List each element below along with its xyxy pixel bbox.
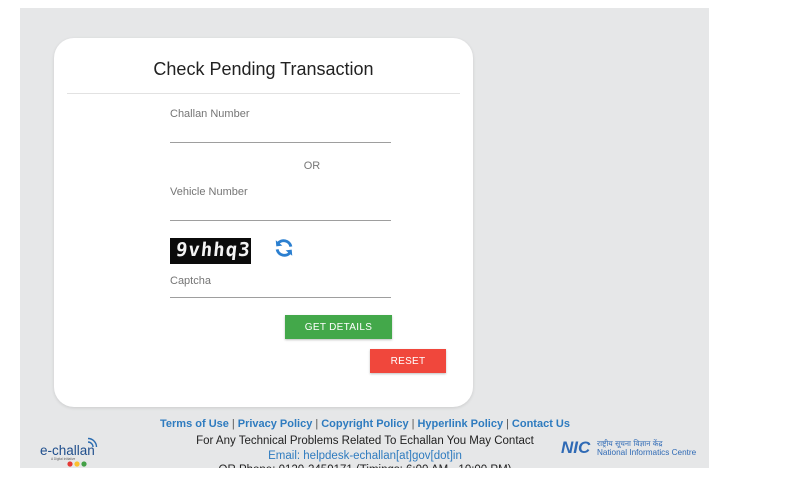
captcha-image-text: 9vhhq3 [174,239,251,261]
title-divider [67,93,460,94]
or-separator: OR [303,160,321,172]
echallan-logo: e-challan A Digital Initiative [40,437,98,467]
link-separator: | [506,418,509,430]
captcha-input[interactable] [170,277,391,298]
link-separator: | [315,418,319,430]
vehicle-number-label: Vehicle Number [170,186,248,198]
challan-number-label: Challan Number [170,108,250,120]
link-separator: | [231,418,235,430]
page-title: Check Pending Transaction [153,59,374,79]
terms-of-use-link[interactable]: Terms of Use [160,418,229,430]
vehicle-number-input[interactable] [170,200,391,221]
get-details-button[interactable]: GET DETAILS [285,315,392,339]
nic-abbreviation: NIC [561,438,591,457]
hyperlink-policy-link[interactable]: Hyperlink Policy [417,418,503,430]
echallan-logo-text: e-challan [40,443,95,458]
captcha-image: 9vhhq3 [170,238,251,264]
refresh-icon[interactable] [273,237,295,259]
pending-transaction-card: Check Pending Transaction Challan Number… [54,38,473,407]
challan-number-input[interactable] [170,122,391,143]
reset-button[interactable]: RESET [370,349,446,373]
privacy-policy-link[interactable]: Privacy Policy [238,418,313,430]
nic-english-name: National Informatics Centre [597,448,697,457]
copyright-policy-link[interactable]: Copyright Policy [321,418,408,430]
contact-us-link[interactable]: Contact Us [512,418,570,430]
footer-links: Terms of Use | Privacy Policy | Copyright Po… [0,418,730,430]
helpdesk-phone: OR Phone: 0120-2459171 (Timings: 6:00 AM… [0,464,730,468]
echallan-tagline: A Digital Initiative [51,457,75,461]
nic-logo: NIC राष्ट्रीय सूचना विज्ञान केंद्र Natio… [561,438,697,457]
